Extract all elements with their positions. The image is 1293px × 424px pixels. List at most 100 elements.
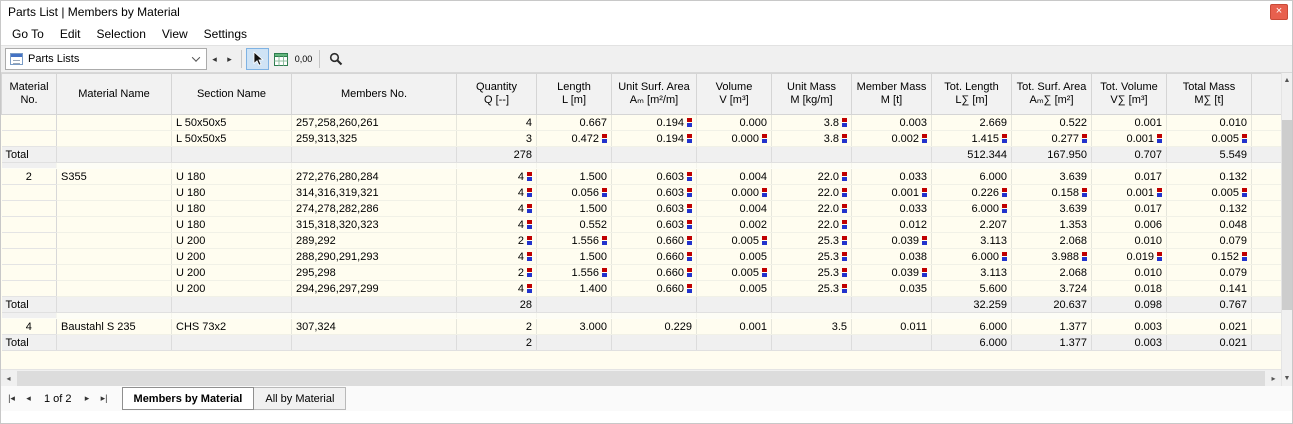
extreme-value-marker[interactable]	[687, 134, 692, 143]
value-cell[interactable]: 0.098	[1092, 297, 1167, 313]
value-cell[interactable]: 0.010	[1092, 233, 1167, 249]
extreme-value-marker[interactable]	[687, 236, 692, 245]
value-cell[interactable]: 0.003	[852, 115, 932, 131]
pager-next-button[interactable]: ▸	[79, 389, 96, 409]
value-cell[interactable]: 0.033	[852, 169, 932, 185]
nav-forward-button[interactable]: ▸	[222, 48, 237, 70]
extreme-value-marker[interactable]	[1082, 252, 1087, 261]
members-no-cell[interactable]: 295,298	[292, 265, 457, 281]
material-no-cell[interactable]	[2, 233, 57, 249]
extreme-value-marker[interactable]	[922, 134, 927, 143]
value-cell[interactable]: 2.068	[1012, 265, 1092, 281]
value-cell[interactable]: 3.724	[1012, 281, 1092, 297]
value-cell[interactable]: 0.004	[697, 201, 772, 217]
value-cell[interactable]	[852, 335, 932, 351]
value-cell[interactable]: 25.3	[772, 233, 852, 249]
value-cell[interactable]: 0.011	[852, 319, 932, 335]
section-name-cell[interactable]: U 200	[172, 265, 292, 281]
extreme-value-marker[interactable]	[922, 236, 927, 245]
value-cell[interactable]: 0.035	[852, 281, 932, 297]
value-cell[interactable]: 0.158	[1012, 185, 1092, 201]
extreme-value-marker[interactable]	[687, 188, 692, 197]
section-name-cell[interactable]: U 200	[172, 233, 292, 249]
extreme-value-marker[interactable]	[687, 284, 692, 293]
search-button[interactable]	[324, 48, 347, 70]
value-cell[interactable]: 0.132	[1167, 201, 1252, 217]
extreme-value-marker[interactable]	[527, 188, 532, 197]
extreme-value-marker[interactable]	[527, 236, 532, 245]
extreme-value-marker[interactable]	[527, 172, 532, 181]
value-cell[interactable]: 0.001	[697, 319, 772, 335]
pager-first-button[interactable]: |◂	[3, 389, 20, 409]
value-cell[interactable]: 2	[457, 233, 537, 249]
value-cell[interactable]: 28	[457, 297, 537, 313]
extreme-value-marker[interactable]	[1242, 188, 1247, 197]
material-no-cell[interactable]: 2	[2, 169, 57, 185]
section-name-cell[interactable]: U 200	[172, 281, 292, 297]
value-cell[interactable]	[172, 147, 292, 163]
extreme-value-marker[interactable]	[762, 268, 767, 277]
extreme-value-marker[interactable]	[842, 134, 847, 143]
pager-prev-button[interactable]: ◂	[20, 389, 37, 409]
value-cell[interactable]: 0.001	[852, 185, 932, 201]
members-no-cell[interactable]: 259,313,325	[292, 131, 457, 147]
value-cell[interactable]: 0.038	[852, 249, 932, 265]
value-cell[interactable]: 4	[457, 217, 537, 233]
value-cell[interactable]: 0.603	[612, 185, 697, 201]
value-cell[interactable]: 0.552	[537, 217, 612, 233]
value-cell[interactable]: 0.021	[1167, 335, 1252, 351]
value-cell[interactable]: 25.3	[772, 281, 852, 297]
select-tool-button[interactable]	[246, 48, 269, 70]
total-label-cell[interactable]: Total	[2, 147, 57, 163]
material-name-cell[interactable]	[57, 131, 172, 147]
menu-edit[interactable]: Edit	[52, 25, 89, 43]
extreme-value-marker[interactable]	[922, 268, 927, 277]
value-cell[interactable]: 0.048	[1167, 217, 1252, 233]
members-no-cell[interactable]: 294,296,297,299	[292, 281, 457, 297]
value-cell[interactable]: 4	[457, 169, 537, 185]
material-no-cell[interactable]	[2, 201, 57, 217]
value-cell[interactable]: 167.950	[1012, 147, 1092, 163]
value-cell[interactable]: 0.229	[612, 319, 697, 335]
value-cell[interactable]: 3.639	[1012, 201, 1092, 217]
extreme-value-marker[interactable]	[1002, 252, 1007, 261]
value-cell[interactable]: 6.000	[932, 249, 1012, 265]
scroll-track[interactable]	[1282, 310, 1292, 371]
value-cell[interactable]: 0.012	[852, 217, 932, 233]
material-name-cell[interactable]: Baustahl S 235	[57, 319, 172, 335]
value-cell[interactable]: 1.500	[537, 169, 612, 185]
extreme-value-marker[interactable]	[842, 284, 847, 293]
extreme-value-marker[interactable]	[1157, 188, 1162, 197]
members-no-cell[interactable]: 307,324	[292, 319, 457, 335]
value-cell[interactable]: 4	[457, 201, 537, 217]
value-cell[interactable]: 0.660	[612, 249, 697, 265]
value-cell[interactable]: 1.556	[537, 265, 612, 281]
nav-back-button[interactable]: ◂	[207, 48, 222, 70]
extreme-value-marker[interactable]	[842, 252, 847, 261]
value-cell[interactable]: 0.017	[1092, 169, 1167, 185]
value-cell[interactable]: 1.377	[1012, 319, 1092, 335]
extreme-value-marker[interactable]	[527, 204, 532, 213]
value-cell[interactable]: 2	[457, 335, 537, 351]
material-no-cell[interactable]	[2, 281, 57, 297]
total-label-cell[interactable]: Total	[2, 297, 57, 313]
value-cell[interactable]: 1.400	[537, 281, 612, 297]
members-no-cell[interactable]: 288,290,291,293	[292, 249, 457, 265]
value-cell[interactable]	[292, 335, 457, 351]
value-cell[interactable]	[537, 147, 612, 163]
value-cell[interactable]: 0.006	[1092, 217, 1167, 233]
value-cell[interactable]: 5.600	[932, 281, 1012, 297]
value-cell[interactable]: 3.000	[537, 319, 612, 335]
value-cell[interactable]	[612, 335, 697, 351]
value-cell[interactable]	[57, 335, 172, 351]
tab-members-by-material[interactable]: Members by Material	[122, 387, 255, 410]
value-cell[interactable]: 4	[457, 185, 537, 201]
value-cell[interactable]: 0.039	[852, 233, 932, 249]
value-cell[interactable]: 0.603	[612, 217, 697, 233]
value-cell[interactable]: 0.003	[1092, 319, 1167, 335]
value-cell[interactable]: 2	[457, 265, 537, 281]
value-cell[interactable]: 0.000	[697, 115, 772, 131]
material-no-cell[interactable]	[2, 217, 57, 233]
extreme-value-marker[interactable]	[1157, 134, 1162, 143]
value-cell[interactable]: 0.001	[1092, 115, 1167, 131]
